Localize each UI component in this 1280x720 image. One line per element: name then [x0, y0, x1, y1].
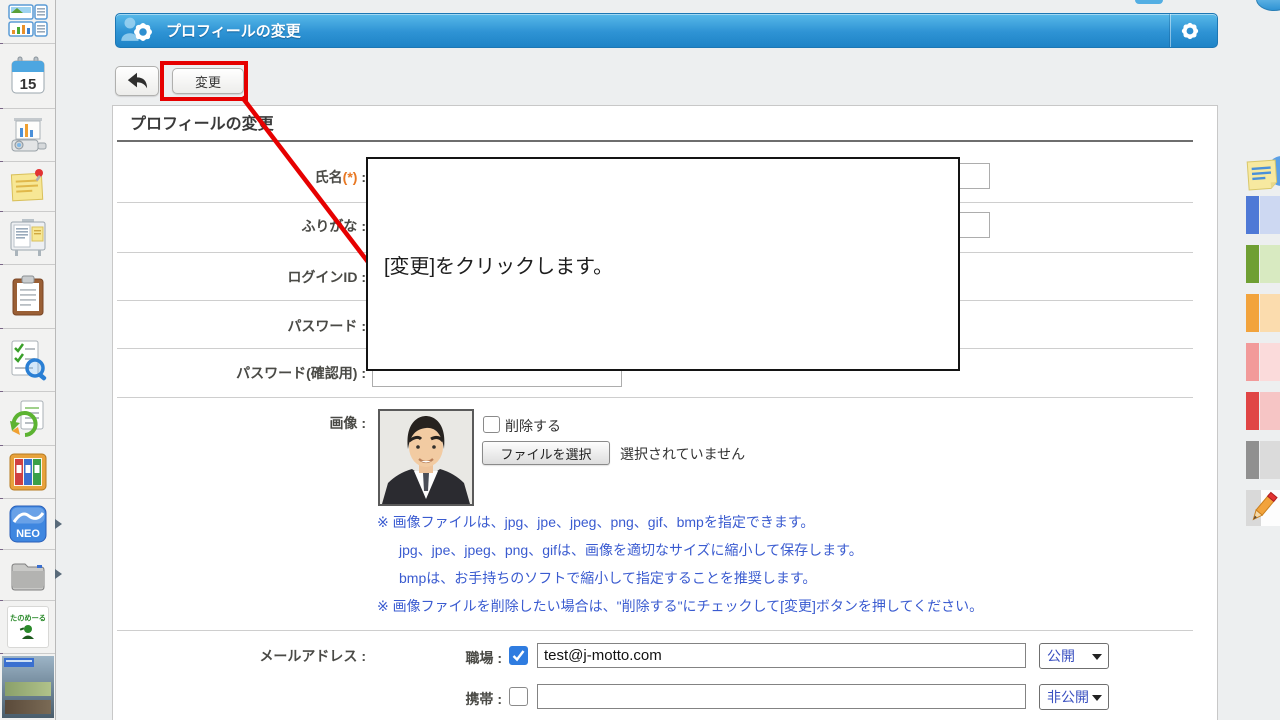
delete-image-label: 削除する — [505, 416, 561, 436]
check-icon — [510, 647, 527, 664]
label-orange-icon[interactable] — [1246, 294, 1280, 332]
page-header-bar: プロフィールの変更 — [115, 13, 1218, 48]
image-note-4: ※ 画像ファイルを削除したい場合は、"削除する"にチェックして[変更]ボタンを押… — [377, 596, 983, 616]
neo-label: NEO — [16, 528, 40, 540]
chevron-down-icon — [1092, 654, 1102, 660]
work-visibility-value: 公開 — [1047, 646, 1075, 666]
neo-mail-icon: NEO — [9, 505, 47, 543]
tutorial-callout: [変更]をクリックします。 — [366, 157, 960, 371]
work-visibility-select[interactable]: 公開 — [1039, 643, 1109, 669]
back-button[interactable] — [115, 66, 159, 96]
file-status-text: 選択されていません — [620, 444, 745, 464]
bulletin-board-icon — [8, 218, 48, 258]
gear-icon — [1180, 21, 1200, 41]
label-pink-icon[interactable] — [1246, 343, 1280, 381]
expand-arrow-icon[interactable] — [55, 519, 62, 529]
image-note-1: ※ 画像ファイルは、jpg、jpe、jpeg、png、gif、bmpを指定できま… — [377, 512, 814, 532]
gear-icon — [132, 21, 154, 43]
sidebar-item-note[interactable] — [1246, 153, 1280, 189]
photo-banner-icon — [2, 656, 54, 718]
app-launcher-sidebar: 15 — [0, 0, 56, 720]
image-note-3: bmpは、お手持ちのソフトで縮小して指定することを推奨します。 — [399, 568, 816, 588]
label-red-icon[interactable] — [1246, 392, 1280, 430]
sidebar-item-document-library[interactable] — [0, 445, 55, 498]
mobile-visibility-select[interactable]: 非公開 — [1039, 684, 1109, 710]
sidebar-item-banner[interactable] — [0, 653, 55, 720]
sidebar-item-task-search[interactable] — [0, 328, 55, 391]
portal-icon — [8, 4, 48, 38]
expand-arrow-icon[interactable] — [55, 569, 62, 579]
mobile-email-checkbox[interactable] — [509, 687, 528, 706]
back-arrow-icon — [124, 70, 150, 92]
mobile-email-label: 携帯 : — [422, 689, 502, 709]
row-divider — [117, 630, 1193, 631]
mobile-email-input[interactable] — [537, 684, 1026, 709]
cabinet-icon — [8, 559, 48, 591]
change-button-label: 変更 — [195, 72, 221, 91]
image-note-2: jpg、jpe、jpeg、png、gifは、画像を適切なサイズに縮小して保存しま… — [399, 540, 863, 560]
page-title: プロフィールの変更 — [166, 14, 301, 47]
sidebar-item-neo-mail[interactable]: NEO — [0, 498, 55, 549]
tanomeru-icon: たのめーる — [7, 606, 49, 648]
cropped-help-button-fragment — [1256, 0, 1280, 11]
calendar-day: 15 — [19, 76, 36, 93]
label-blue-icon[interactable] — [1246, 196, 1280, 234]
work-email-label: 職場 : — [422, 648, 502, 668]
title-underline — [117, 140, 1193, 142]
sidebar-item-memo[interactable] — [0, 161, 55, 211]
password-confirm-label: パスワード(確認用) : — [116, 363, 366, 383]
change-button[interactable]: 変更 — [172, 68, 244, 94]
sidebar-item-workflow[interactable] — [0, 391, 55, 445]
name-label: 氏名(*) : — [116, 167, 366, 187]
tutorial-text: [変更]をクリックします。 — [368, 250, 613, 279]
cropped-toolbar-fragment — [1135, 0, 1163, 4]
sidebar-item-schedule[interactable]: 15 — [0, 43, 55, 108]
login-id-label: ログインID : — [116, 267, 366, 287]
edit-pencil-button[interactable] — [1246, 490, 1280, 526]
task-search-icon — [8, 339, 48, 381]
tanomeru-label: たのめーる — [10, 614, 46, 624]
password-label: パスワード : — [116, 316, 366, 336]
row-divider — [117, 397, 1193, 398]
settings-button[interactable] — [1170, 14, 1209, 47]
work-email-input[interactable] — [537, 643, 1026, 668]
image-label: 画像 : — [116, 413, 366, 433]
workflow-icon — [8, 397, 48, 439]
required-mark: (*) — [343, 169, 358, 185]
clipboard-icon — [11, 275, 45, 317]
pencil-icon — [1246, 490, 1280, 526]
profile-photo — [378, 409, 474, 506]
calendar-icon: 15 — [10, 56, 46, 96]
work-email-checkbox[interactable] — [509, 646, 528, 665]
file-select-button[interactable]: ファイルを選択 — [482, 441, 610, 465]
sidebar-item-circular[interactable] — [0, 264, 55, 328]
profile-edit-screen: 15 — [0, 0, 1280, 720]
email-label: メールアドレス : — [116, 646, 366, 666]
sidebar-item-bulletin-board[interactable] — [0, 211, 55, 264]
file-select-label: ファイルを選択 — [500, 444, 591, 463]
memo-icon — [8, 166, 48, 206]
mobile-visibility-value: 非公開 — [1047, 687, 1089, 707]
label-gray-icon[interactable] — [1246, 441, 1280, 479]
sidebar-item-tanomeru[interactable]: たのめーる — [0, 600, 55, 653]
presentation-icon — [8, 116, 48, 154]
chevron-down-icon — [1092, 695, 1102, 701]
sidebar-item-cabinet[interactable] — [0, 549, 55, 600]
label-green-icon[interactable] — [1246, 245, 1280, 283]
sidebar-item-portal[interactable] — [0, 0, 55, 42]
note-icon — [1246, 153, 1280, 191]
sidebar-item-facility[interactable] — [0, 108, 55, 161]
kana-label: ふりがな : — [116, 216, 366, 236]
document-library-icon — [9, 453, 47, 491]
delete-image-checkbox[interactable] — [483, 416, 500, 433]
form-title: プロフィールの変更 — [130, 110, 274, 134]
